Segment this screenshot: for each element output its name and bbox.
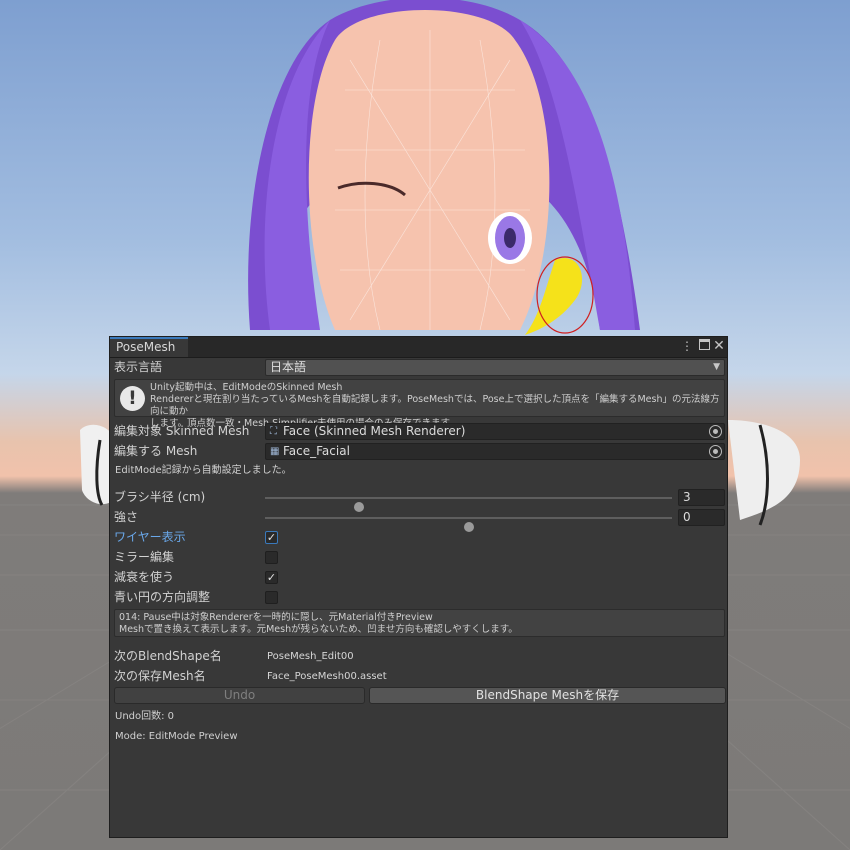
language-value: 日本語 [270, 360, 307, 374]
undo-button[interactable]: Undo [114, 687, 365, 704]
help-box: ! Unity起動中は、EditModeのSkinned Mesh Render… [114, 379, 725, 429]
mesh-icon: ▦ [270, 446, 280, 457]
save-blendshape-mesh-button[interactable]: BlendShape Meshを保存 [369, 687, 726, 704]
target-renderer-row: 編集対象 Skinned Mesh ⛶ Face (Skinned Mesh R… [114, 422, 725, 441]
maximize-icon[interactable] [697, 339, 711, 353]
brush-radius-label: ブラシ半径 (cm) [114, 490, 206, 504]
falloff-toggle-row: 減衰を使う ✓ [114, 568, 725, 587]
chevron-down-icon: ▼ [713, 362, 720, 372]
window-tab[interactable]: PoseMesh [110, 337, 188, 357]
object-picker-icon[interactable] [709, 445, 722, 458]
close-icon[interactable]: ✕ [712, 339, 726, 353]
object-picker-icon[interactable] [709, 425, 722, 438]
language-dropdown[interactable]: 日本語 ▼ [265, 359, 725, 376]
window-titlebar: PoseMesh ⋮ ✕ [110, 337, 727, 358]
next-blendshape-row: 次のBlendShape名 PoseMesh_Edit00 [114, 647, 725, 666]
strength-label: 強さ [114, 510, 139, 524]
info-line-1: 014: Pause中は対象Rendererを一時的に隠し、元Material付… [119, 612, 433, 623]
mirror-edit-label: ミラー編集 [114, 550, 175, 564]
skinned-mesh-renderer-icon: ⛶ [270, 426, 277, 437]
kebab-menu-icon[interactable]: ⋮ [680, 339, 694, 353]
posemesh-window: PoseMesh ⋮ ✕ 表示言語 日本語 ▼ ! Unity起動中は、Edit… [109, 336, 728, 838]
mirror-edit-toggle-row: ミラー編集 [114, 548, 725, 567]
strength-row: 強さ 0 [114, 508, 725, 532]
edit-mesh-field[interactable]: ▦ Face_Facial [265, 443, 725, 460]
target-renderer-value: Face (Skinned Mesh Renderer) [283, 424, 466, 438]
help-line-2: Rendererと現在割り当たっているMeshを自動記録します。PoseMesh… [150, 394, 720, 417]
wireframe-toggle-row: ワイヤー表示 ✓ [114, 528, 725, 547]
next-blendshape-label: 次のBlendShape名 [114, 649, 222, 663]
target-renderer-label: 編集対象 Skinned Mesh [114, 424, 250, 438]
undo-count: Undo回数: 0 [115, 711, 175, 722]
next-mesh-name-label: 次の保存Mesh名 [114, 669, 206, 683]
wireframe-label: ワイヤー表示 [114, 530, 186, 544]
help-line-1: Unity起動中は、EditModeのSkinned Mesh [150, 382, 343, 393]
target-renderer-field[interactable]: ⛶ Face (Skinned Mesh Renderer) [265, 423, 725, 440]
edit-mesh-value: Face_Facial [283, 444, 350, 458]
language-row: 表示言語 日本語 ▼ [114, 358, 725, 377]
mirror-edit-checkbox[interactable] [265, 551, 278, 564]
next-blendshape-value: PoseMesh_Edit00 [267, 651, 354, 662]
edit-mesh-row: 編集する Mesh ▦ Face_Facial [114, 442, 725, 461]
strength-slider[interactable] [265, 517, 672, 532]
next-mesh-name-value: Face_PoseMesh00.asset [267, 671, 387, 682]
blue-circle-toggle-row: 青い円の方向調整 [114, 588, 725, 607]
auto-set-note: EditMode記録から自動設定しました。 [115, 465, 292, 476]
next-mesh-name-row: 次の保存Mesh名 Face_PoseMesh00.asset [114, 667, 725, 686]
info-box: 014: Pause中は対象Rendererを一時的に隠し、元Material付… [114, 609, 725, 637]
blue-circle-checkbox[interactable] [265, 591, 278, 604]
edit-mesh-label: 編集する Mesh [114, 444, 198, 458]
brush-radius-input[interactable]: 3 [678, 489, 725, 506]
falloff-checkbox[interactable]: ✓ [265, 571, 278, 584]
language-label: 表示言語 [114, 360, 163, 374]
mode-status: Mode: EditMode Preview [115, 731, 238, 742]
blue-circle-label: 青い円の方向調整 [114, 590, 211, 604]
falloff-label: 減衰を使う [114, 570, 175, 584]
brush-radius-row: ブラシ半径 (cm) 3 [114, 488, 725, 512]
wireframe-checkbox[interactable]: ✓ [265, 531, 278, 544]
brush-radius-slider[interactable] [265, 497, 672, 512]
info-line-2: Meshで置き換えて表示します。元Meshが残らないため、凹ませ方向も確認しやす… [119, 624, 518, 635]
warning-icon: ! [120, 386, 145, 411]
strength-input[interactable]: 0 [678, 509, 725, 526]
